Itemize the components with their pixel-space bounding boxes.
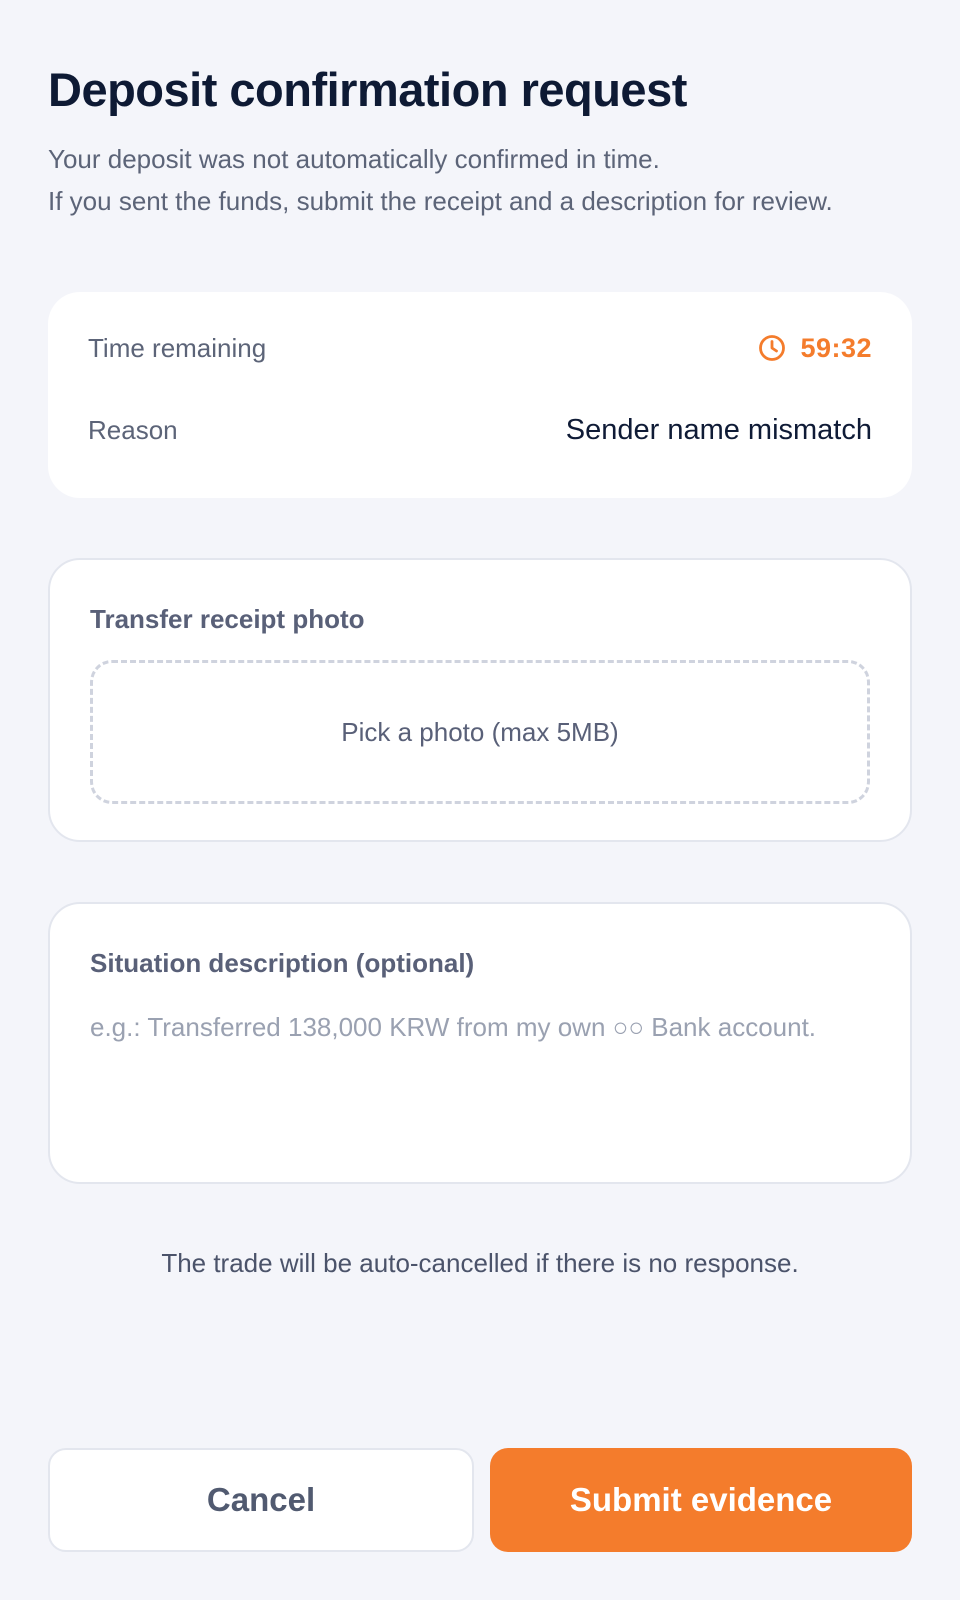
clock-icon	[759, 335, 786, 361]
photo-picker[interactable]: Pick a photo (max 5MB)	[90, 660, 870, 804]
reason-row: Reason Sender name mismatch	[88, 410, 872, 450]
description-textarea[interactable]	[90, 1006, 870, 1156]
reason-label: Reason	[88, 414, 178, 445]
subtitle-line-1: Your deposit was not automatically confi…	[48, 144, 660, 174]
receipt-photo-label: Transfer receipt photo	[90, 604, 365, 634]
subtitle-line-2: If you sent the funds, submit the receip…	[48, 186, 833, 216]
time-remaining-label: Time remaining	[88, 332, 267, 363]
deposit-confirmation-page: Deposit confirmation request Your deposi…	[0, 0, 960, 1600]
time-remaining-row: Time remaining 59:32	[88, 328, 872, 368]
page-title: Deposit confirmation request	[48, 63, 687, 116]
description-card: Situation description (optional)	[48, 902, 912, 1184]
countdown-value: 59:32	[800, 332, 872, 363]
cancel-button[interactable]: Cancel	[48, 1448, 474, 1552]
reason-value: Sender name mismatch	[565, 413, 872, 446]
countdown-timer: 59:32	[758, 333, 872, 364]
receipt-photo-card: Transfer receipt photo Pick a photo (max…	[48, 558, 912, 842]
description-label: Situation description (optional)	[90, 948, 475, 978]
deposit-info-card: Time remaining 59:32 Reason Sender name …	[48, 292, 912, 498]
submit-evidence-button[interactable]: Submit evidence	[490, 1448, 912, 1552]
page-subtitle: Your deposit was not automatically confi…	[48, 138, 928, 222]
auto-cancel-notice: The trade will be auto-cancelled if ther…	[161, 1248, 799, 1278]
photo-picker-text: Pick a photo (max 5MB)	[341, 716, 619, 747]
